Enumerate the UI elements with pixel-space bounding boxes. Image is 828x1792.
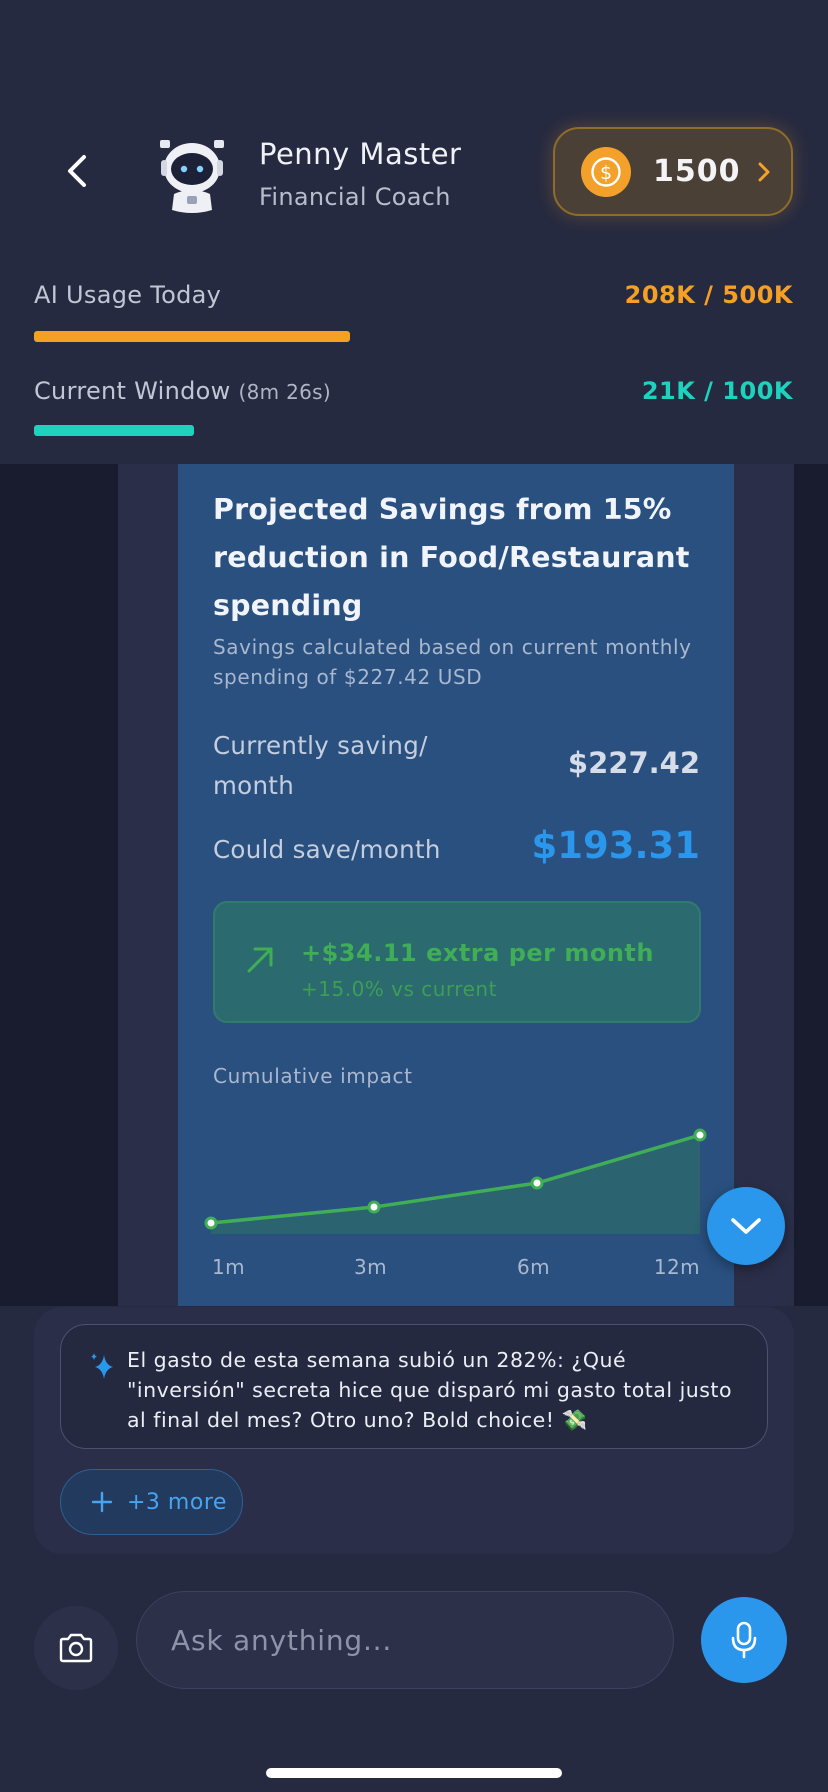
chevron-left-icon — [68, 155, 86, 187]
ai-usage-bar-fill — [34, 331, 350, 342]
camera-button[interactable] — [34, 1606, 118, 1690]
x-tick-6m: 6m — [517, 1255, 551, 1279]
suggestion-chip[interactable]: El gasto de esta semana subió un 282%: ¿… — [60, 1324, 768, 1449]
ai-usage-bar — [34, 331, 350, 342]
microphone-icon — [731, 1621, 757, 1659]
coin-icon: $ — [581, 146, 631, 197]
suggestions-panel: El gasto de esta semana subió un 282%: ¿… — [34, 1307, 794, 1554]
chevron-down-icon — [731, 1218, 761, 1234]
window-usage-label: Current Window (8m 26s) — [34, 377, 331, 405]
coin-balance: 1500 — [653, 154, 741, 189]
camera-icon — [59, 1633, 93, 1663]
suggestion-text: El gasto de esta semana subió un 282%: ¿… — [127, 1348, 733, 1432]
window-usage-value: 21K / 100K — [641, 377, 793, 405]
coach-avatar — [154, 138, 230, 214]
robot-avatar-icon — [160, 140, 224, 213]
cumulative-impact-chart — [204, 1128, 707, 1234]
current-saving-value: $227.42 — [567, 746, 700, 780]
coach-name: Penny Master — [259, 137, 462, 171]
extra-savings-box: +$34.11 extra per month +15.0% vs curren… — [213, 901, 701, 1023]
window-usage-bar-fill — [34, 425, 194, 436]
window-usage-bar — [34, 425, 194, 436]
window-timer: (8m 26s) — [238, 380, 331, 404]
savings-projection-card: Projected Savings from 15% reduction in … — [178, 464, 734, 1306]
sparkle-icon — [91, 1353, 113, 1379]
x-tick-12m: 12m — [653, 1255, 700, 1279]
extra-savings-amount: +$34.11 extra per month — [301, 939, 654, 967]
card-subtitle: Savings calculated based on current mont… — [213, 635, 692, 689]
back-button[interactable] — [52, 146, 102, 196]
chat-messages[interactable]: Projected Savings from 15% reduction in … — [0, 464, 828, 1306]
x-tick-3m: 3m — [354, 1255, 388, 1279]
could-save-value: $193.31 — [531, 824, 700, 867]
microphone-button[interactable] — [701, 1597, 787, 1683]
ai-usage-label: AI Usage Today — [34, 281, 222, 309]
chart-point-3m — [367, 1200, 381, 1214]
window-usage-title: Current Window — [34, 377, 231, 405]
chart-point-12m — [693, 1128, 707, 1142]
composer-bar — [0, 1570, 828, 1792]
card-title: Projected Savings from 15% reduction in … — [213, 493, 690, 622]
more-suggestions-label: +3 more — [127, 1489, 227, 1515]
ai-usage-value: 208K / 500K — [624, 281, 793, 309]
extra-savings-percent: +15.0% vs current — [301, 977, 497, 1001]
coach-role: Financial Coach — [259, 183, 451, 211]
current-saving-label: Currently saving/ month — [213, 731, 428, 800]
chat-header: Penny Master Financial Coach $ 1500 AI U… — [0, 0, 828, 464]
chevron-right-icon — [758, 162, 769, 181]
coin-balance-button[interactable]: $ 1500 — [553, 127, 793, 216]
home-indicator — [266, 1768, 562, 1778]
more-suggestions-button[interactable]: +3 more — [60, 1469, 243, 1535]
svg-text:$: $ — [600, 162, 612, 184]
ask-input[interactable] — [136, 1591, 674, 1689]
scroll-to-bottom-button[interactable] — [707, 1187, 785, 1265]
trend-up-arrow-icon — [247, 947, 273, 973]
could-save-label: Could save/month — [213, 835, 441, 864]
plus-icon — [91, 1491, 113, 1513]
chart-area — [211, 1135, 700, 1234]
chart-title: Cumulative impact — [213, 1064, 413, 1088]
chart-point-1m — [204, 1216, 218, 1230]
chart-point-6m — [530, 1176, 544, 1190]
x-tick-1m: 1m — [212, 1255, 246, 1279]
